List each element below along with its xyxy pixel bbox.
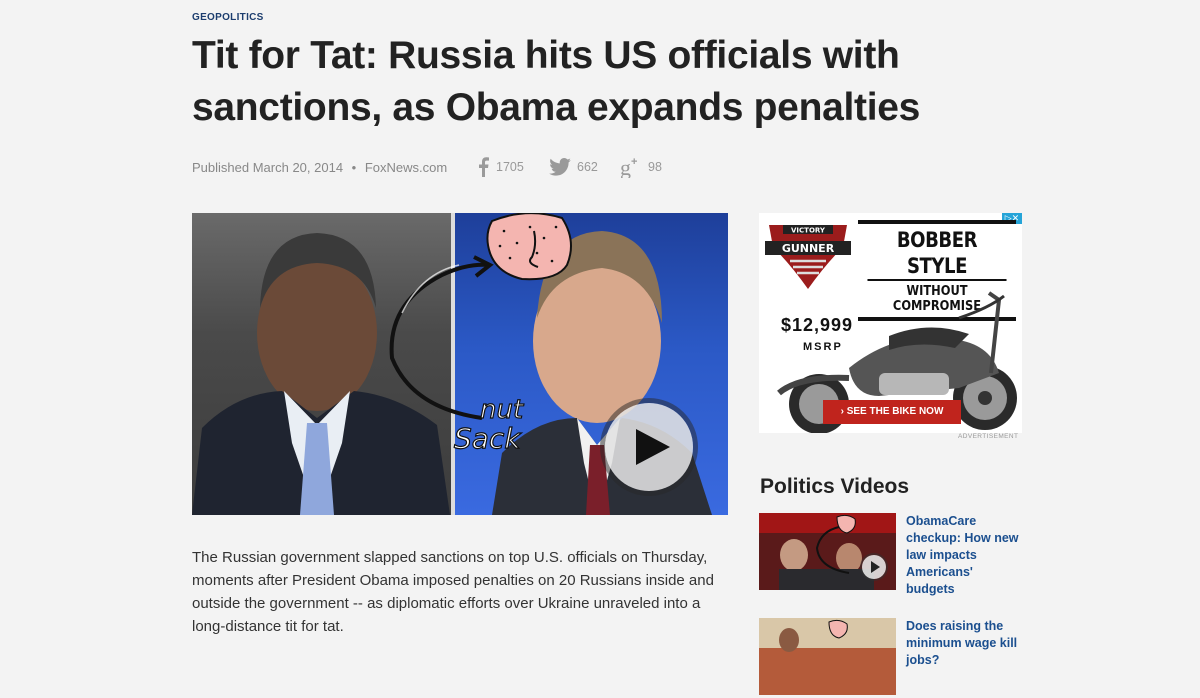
facebook-icon bbox=[479, 157, 489, 177]
facebook-share-button[interactable]: 1705 bbox=[476, 156, 524, 178]
article-meta: Published March 20, 2014 • FoxNews.com bbox=[192, 160, 447, 175]
svg-text:g: g bbox=[620, 156, 631, 178]
advertisement-label: ADVERTISEMENT bbox=[958, 433, 1019, 440]
annotation-line1: nut bbox=[480, 395, 524, 425]
twitter-share-button[interactable]: 662 bbox=[549, 156, 598, 178]
video-caption[interactable]: ObamaCare checkup: How new law impacts A… bbox=[906, 513, 1024, 598]
ad-brand-name: GUNNER bbox=[782, 242, 835, 255]
video-play-button[interactable] bbox=[605, 403, 693, 491]
video-thumbnail[interactable] bbox=[759, 513, 896, 590]
politics-videos-title: Politics Videos bbox=[760, 475, 909, 498]
google-plus-count: 98 bbox=[648, 160, 662, 174]
twitter-icon bbox=[549, 158, 571, 176]
google-plus-icon: g + bbox=[620, 156, 637, 178]
article-body: The Russian government slapped sanctions… bbox=[192, 549, 714, 635]
ad-brand-top: VICTORY bbox=[791, 227, 826, 235]
video-item[interactable]: ObamaCare checkup: How new law impacts A… bbox=[759, 513, 1019, 596]
advertisement-banner[interactable]: ▷✕ VICTORY GUNNER BOBBER STYLE WITHOUT C… bbox=[759, 213, 1022, 433]
ad-headline-line1: BOBBER STYLE bbox=[896, 228, 978, 278]
facebook-count: 1705 bbox=[496, 160, 524, 174]
article-source: FoxNews.com bbox=[364, 160, 448, 175]
video-item[interactable]: Does raising the minimum wage kill jobs? bbox=[759, 618, 1019, 698]
twitter-count: 662 bbox=[577, 160, 598, 174]
meta-separator: • bbox=[351, 160, 357, 175]
see-the-bike-button[interactable]: › SEE THE BIKE NOW bbox=[823, 400, 961, 424]
google-plus-share-button[interactable]: g + 98 bbox=[620, 156, 662, 178]
video-caption[interactable]: Does raising the minimum wage kill jobs? bbox=[906, 618, 1024, 669]
article-headline: Tit for Tat: Russia hits US officials wi… bbox=[192, 34, 921, 129]
published-date: Published March 20, 2014 bbox=[192, 160, 344, 175]
play-icon bbox=[636, 429, 670, 465]
thumbnail-image bbox=[759, 618, 896, 695]
ad-price: $12,999 bbox=[781, 315, 854, 335]
ad-msrp: MSRP bbox=[803, 341, 843, 353]
play-icon[interactable] bbox=[862, 555, 886, 579]
svg-text:+: + bbox=[631, 156, 637, 168]
annotation-line2: Sack bbox=[454, 422, 522, 455]
video-thumbnail[interactable] bbox=[759, 618, 896, 695]
hero-video[interactable]: nut Sack bbox=[192, 213, 728, 515]
section-label[interactable]: GEOPOLITICS bbox=[192, 12, 264, 23]
